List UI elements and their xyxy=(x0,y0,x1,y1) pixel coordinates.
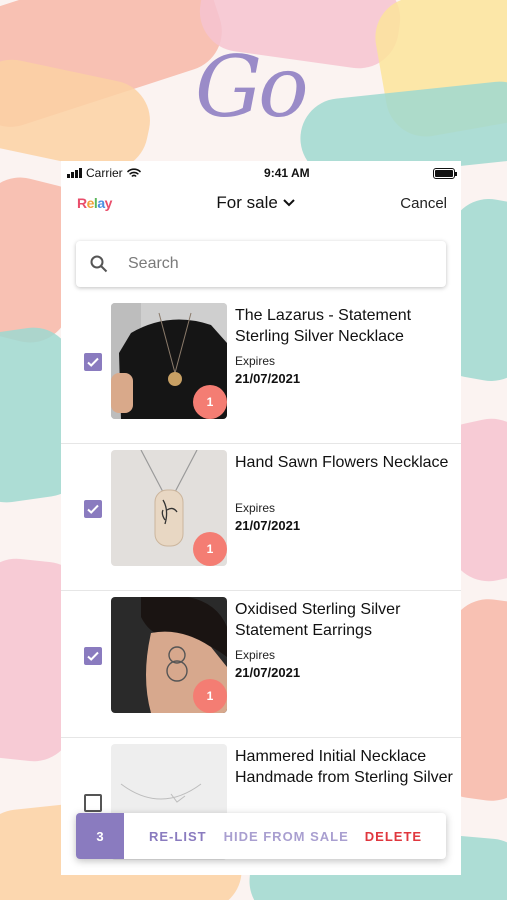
cancel-button[interactable]: Cancel xyxy=(400,195,447,212)
signal-icon xyxy=(67,168,82,178)
search-placeholder: Search xyxy=(128,255,179,272)
listing-title[interactable]: Hand Sawn Flowers Necklace xyxy=(235,452,455,473)
expires-date: 21/07/2021 xyxy=(235,518,301,533)
quantity-badge: 1 xyxy=(193,679,227,713)
checkmark-icon xyxy=(87,357,99,367)
carrier-label: Carrier xyxy=(86,166,123,180)
listing-thumbnail[interactable]: 1 xyxy=(111,303,227,419)
search-icon xyxy=(90,255,108,273)
listing-thumbnail[interactable]: 1 xyxy=(111,597,227,713)
listing-checkbox[interactable] xyxy=(84,647,102,665)
battery-icon xyxy=(433,167,457,179)
expires-label: Expires xyxy=(235,648,276,662)
listing-checkbox[interactable] xyxy=(84,500,102,518)
go-logo: Go xyxy=(195,38,309,136)
hide-from-sale-button[interactable]: HIDE FROM SALE xyxy=(224,829,349,844)
listing-checkbox[interactable] xyxy=(84,794,102,812)
listing-list: 1 The Lazarus - Statement Sterling Silve… xyxy=(61,297,461,875)
expires-date: 21/07/2021 xyxy=(235,665,301,680)
status-time: 9:41 AM xyxy=(264,166,310,180)
quantity-badge: 1 xyxy=(193,532,227,566)
quantity-badge: 1 xyxy=(193,385,227,419)
listing-checkbox[interactable] xyxy=(84,353,102,371)
nav-bar: Relay For sale Cancel xyxy=(61,185,461,221)
brand-logo[interactable]: Relay xyxy=(77,195,112,211)
selected-count: 3 xyxy=(76,813,124,859)
listing-title[interactable]: The Lazarus - Statement Sterling Silver … xyxy=(235,305,455,347)
expires-date: 21/07/2021 xyxy=(235,371,301,386)
status-bar: Carrier 9:41 AM xyxy=(61,161,461,185)
listing-title[interactable]: Hammered Initial Necklace Handmade from … xyxy=(235,746,455,788)
delete-button[interactable]: DELETE xyxy=(365,829,422,844)
expires-label: Expires xyxy=(235,501,276,515)
checkmark-icon xyxy=(87,504,99,514)
expires-label: Expires xyxy=(235,354,276,368)
listing-item[interactable]: 1 The Lazarus - Statement Sterling Silve… xyxy=(61,297,461,444)
listing-title[interactable]: Oxidised Sterling Silver Statement Earri… xyxy=(235,599,455,641)
relist-button[interactable]: RE-LIST xyxy=(149,829,207,844)
wifi-icon xyxy=(126,168,141,177)
listing-thumbnail[interactable]: 1 xyxy=(111,450,227,566)
nav-title: For sale xyxy=(216,193,278,212)
listing-item[interactable]: 1 Oxidised Sterling Silver Statement Ear… xyxy=(61,591,461,738)
status-filter-dropdown[interactable]: For sale xyxy=(216,193,295,213)
chevron-down-icon xyxy=(283,199,295,207)
bulk-action-bar: 3 RE-LIST HIDE FROM SALE DELETE xyxy=(76,813,446,859)
search-input[interactable]: Search xyxy=(76,241,446,287)
checkmark-icon xyxy=(87,651,99,661)
listing-item[interactable]: 1 Hand Sawn Flowers Necklace Expires 21/… xyxy=(61,444,461,591)
phone-screen: Carrier 9:41 AM Relay For sale Cancel Se… xyxy=(61,161,461,875)
